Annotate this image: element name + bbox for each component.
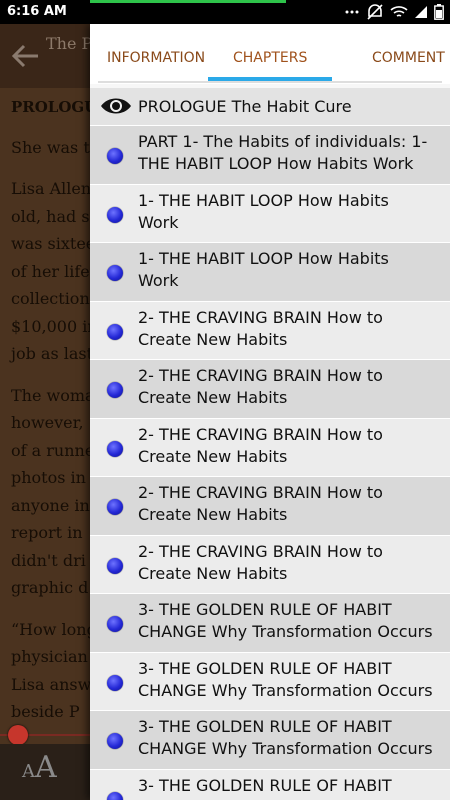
chapter-bullet-icon xyxy=(107,499,123,515)
chapter-bullet-icon xyxy=(107,674,123,691)
chapter-label: 2- THE CRAVING BRAIN How to Create New H… xyxy=(138,366,383,407)
chapter-label: 3- THE GOLDEN RULE OF HABIT CHANGE Why T… xyxy=(138,717,433,758)
chapter-item[interactable]: 3- THE GOLDEN RULE OF HABIT xyxy=(90,769,450,800)
status-bar: 6:16 AM xyxy=(0,0,450,24)
status-icons xyxy=(344,3,444,21)
menu-dots-icon xyxy=(345,10,359,14)
battery-icon xyxy=(434,4,444,20)
font-size-large-label: A xyxy=(35,750,57,785)
chapter-item[interactable]: 2- THE CRAVING BRAIN How to Create New H… xyxy=(90,301,450,360)
tab-information[interactable]: INFORMATION xyxy=(107,50,205,66)
chapter-item[interactable]: 2- THE CRAVING BRAIN How to Create New H… xyxy=(90,477,450,536)
chapter-item[interactable]: 3- THE GOLDEN RULE OF HABIT CHANGE Why T… xyxy=(90,594,450,653)
chapter-item[interactable]: 1- THE HABIT LOOP How Habits Work xyxy=(90,184,450,243)
drawer-tabs: INFORMATION CHAPTERS COMMENT xyxy=(90,24,450,84)
chapter-bullet-icon xyxy=(107,440,123,457)
chapter-list: PROLOGUE The Habit Cure PART 1- The Habi… xyxy=(90,88,450,800)
table-of-contents-drawer: INFORMATION CHAPTERS COMMENT PROLOGUE Th… xyxy=(90,24,450,800)
chapter-bullet-icon xyxy=(107,557,123,574)
chapter-bullet-icon xyxy=(107,382,123,398)
chapter-item[interactable]: 3- THE GOLDEN RULE OF HABIT CHANGE Why T… xyxy=(90,652,450,711)
chapter-item[interactable]: PART 1- The Habits of individuals: 1- TH… xyxy=(90,126,450,185)
chapter-bullet-icon xyxy=(107,791,123,800)
chapter-item[interactable]: 2- THE CRAVING BRAIN How to Create New H… xyxy=(90,418,450,477)
chapter-bullet-icon xyxy=(107,323,123,340)
chapter-item-current[interactable]: PROLOGUE The Habit Cure xyxy=(90,88,450,126)
reading-progress-handle[interactable] xyxy=(8,725,28,745)
tab-comment[interactable]: COMMENT xyxy=(372,50,445,66)
chapter-bullet-icon xyxy=(107,733,123,749)
chapter-bullet-icon xyxy=(107,616,123,632)
status-time: 6:16 AM xyxy=(7,4,67,19)
font-size-icon[interactable]: AA xyxy=(22,750,57,785)
signal-icon xyxy=(415,6,427,18)
chapter-label: 3- THE GOLDEN RULE OF HABIT CHANGE Why T… xyxy=(138,600,433,641)
chapter-item[interactable]: 2- THE CRAVING BRAIN How to Create New H… xyxy=(90,535,450,594)
chapter-bullet-icon xyxy=(107,265,123,281)
chapter-label: 2- THE CRAVING BRAIN How to Create New H… xyxy=(138,483,383,524)
tab-chapters[interactable]: CHAPTERS xyxy=(233,50,307,66)
book-title: The P xyxy=(46,34,93,53)
tab-divider xyxy=(98,81,442,83)
chapter-item[interactable]: 3- THE GOLDEN RULE OF HABIT CHANGE Why T… xyxy=(90,711,450,770)
do-not-disturb-icon xyxy=(367,4,383,20)
chapter-item[interactable]: 2- THE CRAVING BRAIN How to Create New H… xyxy=(90,360,450,419)
font-size-small-label: A xyxy=(22,761,35,782)
chapter-label: 2- THE CRAVING BRAIN How to Create New H… xyxy=(138,307,383,349)
chapter-label: 3- THE GOLDEN RULE OF HABIT CHANGE Why T… xyxy=(138,658,433,700)
chapter-label: 3- THE GOLDEN RULE OF HABIT xyxy=(138,775,392,795)
back-arrow-icon[interactable] xyxy=(8,38,44,74)
wifi-icon xyxy=(390,6,408,17)
chapter-item[interactable]: 1- THE HABIT LOOP How Habits Work xyxy=(90,243,450,302)
chapter-label: PART 1- The Habits of individuals: 1- TH… xyxy=(138,132,428,173)
chapter-label: 1- THE HABIT LOOP How Habits Work xyxy=(138,190,389,232)
chapter-label: PROLOGUE The Habit Cure xyxy=(138,97,352,116)
download-progress-indicator xyxy=(90,0,286,3)
chapter-bullet-icon xyxy=(107,206,123,223)
chapter-label: 2- THE CRAVING BRAIN How to Create New H… xyxy=(138,541,383,583)
chapter-label: 2- THE CRAVING BRAIN How to Create New H… xyxy=(138,424,383,466)
chapter-label: 1- THE HABIT LOOP How Habits Work xyxy=(138,249,389,290)
eye-icon xyxy=(101,98,131,114)
chapter-bullet-icon xyxy=(107,148,123,164)
